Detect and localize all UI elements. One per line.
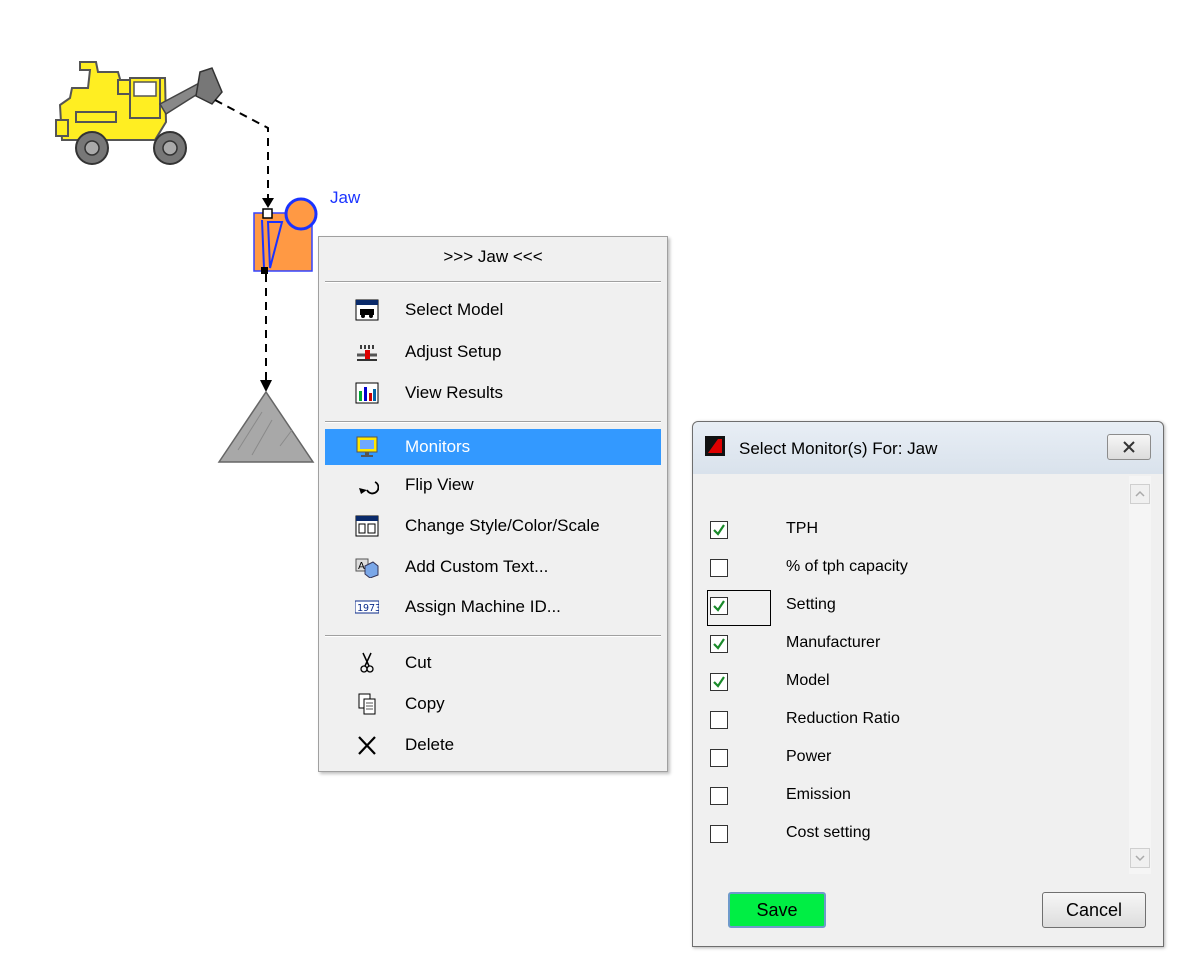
menu-item-select-model[interactable]: Select Model: [325, 292, 661, 328]
style-icon: [355, 515, 379, 537]
menu-item-label: Copy: [405, 694, 445, 713]
adjust-setup-icon: [355, 341, 379, 363]
option-label: Cost setting: [786, 824, 871, 841]
checkbox[interactable]: [710, 559, 728, 577]
menu-separator: [325, 421, 661, 423]
custom-text-icon: A: [355, 556, 379, 579]
bar-chart-icon: [355, 382, 379, 404]
monitor-icon: [355, 436, 379, 458]
feed-connector: [214, 99, 269, 206]
dialog-title: Select Monitor(s) For: Jaw: [739, 439, 938, 458]
checkbox[interactable]: [710, 673, 728, 691]
menu-item-label: Delete: [405, 735, 455, 754]
option-label: Setting: [786, 596, 836, 613]
scroll-down-button[interactable]: [1130, 848, 1150, 868]
checkbox[interactable]: [710, 711, 728, 729]
checkbox[interactable]: [710, 597, 728, 615]
monitor-option-tph[interactable]: TPH: [701, 514, 1121, 552]
monitor-option-emission[interactable]: Emission: [701, 780, 1121, 818]
menu-item-view-results[interactable]: View Results: [325, 375, 661, 411]
menu-item-label: Cut: [405, 653, 432, 672]
option-label: % of tph capacity: [786, 558, 908, 575]
jaw-crusher-icon[interactable]: [253, 197, 318, 274]
option-label: Power: [786, 748, 832, 765]
delete-x-icon: [355, 734, 379, 756]
checkbox[interactable]: [710, 825, 728, 843]
select-monitors-dialog: Select Monitor(s) For: Jaw TPH % of tph …: [692, 421, 1164, 947]
menu-item-monitors[interactable]: Monitors: [325, 429, 661, 465]
menu-item-assign-machine-id[interactable]: 1973 Assign Machine ID...: [325, 589, 661, 625]
monitor-option-cost-setting[interactable]: Cost setting: [701, 818, 1121, 856]
close-button[interactable]: [1107, 434, 1151, 460]
menu-item-label: Select Model: [405, 300, 504, 319]
option-label: TPH: [786, 520, 818, 537]
scroll-up-button[interactable]: [1130, 484, 1150, 504]
monitor-option-capacity[interactable]: % of tph capacity: [701, 552, 1121, 590]
menu-item-flip-view[interactable]: Flip View: [325, 467, 661, 503]
cancel-button[interactable]: Cancel: [1042, 892, 1146, 928]
menu-item-label: Assign Machine ID...: [405, 597, 561, 616]
menu-item-change-style[interactable]: Change Style/Color/Scale: [325, 508, 661, 544]
menu-item-add-custom-text[interactable]: A Add Custom Text...: [325, 549, 661, 585]
option-label: Reduction Ratio: [786, 710, 900, 727]
menu-separator: [325, 635, 661, 637]
machine-id-icon: 1973: [354, 596, 381, 618]
stockpile-icon[interactable]: [217, 390, 315, 463]
dialog-titlebar[interactable]: Select Monitor(s) For: Jaw: [693, 422, 1163, 474]
monitor-list: TPH % of tph capacity Setting Manufactur…: [701, 476, 1151, 874]
menu-item-label: View Results: [405, 383, 503, 402]
flip-arrow-icon: [355, 474, 380, 496]
menu-item-cut[interactable]: Cut: [325, 645, 661, 681]
select-model-icon: [355, 299, 379, 321]
menu-item-label: Monitors: [405, 437, 471, 456]
checkbox[interactable]: [710, 787, 728, 805]
menu-item-label: Flip View: [405, 475, 474, 494]
vertical-scrollbar[interactable]: [1129, 476, 1151, 874]
context-menu-title: >>> Jaw <<<: [443, 247, 543, 266]
monitor-option-setting[interactable]: Setting: [701, 590, 1121, 628]
menu-item-copy[interactable]: Copy: [325, 686, 661, 722]
option-label: Manufacturer: [786, 634, 881, 651]
menu-item-label: Adjust Setup: [405, 342, 502, 361]
scissors-icon: [355, 652, 379, 674]
option-label: Model: [786, 672, 830, 689]
wheel-loader-icon[interactable]: [55, 61, 223, 165]
node-label-jaw[interactable]: Jaw: [330, 188, 360, 208]
monitor-option-model[interactable]: Model: [701, 666, 1121, 704]
option-label: Emission: [786, 786, 851, 803]
checkbox[interactable]: [710, 521, 728, 539]
checkbox[interactable]: [710, 635, 728, 653]
monitor-option-power[interactable]: Power: [701, 742, 1121, 780]
copy-icon: [355, 693, 379, 715]
checkbox[interactable]: [710, 749, 728, 767]
monitor-option-manufacturer[interactable]: Manufacturer: [701, 628, 1121, 666]
menu-item-delete[interactable]: Delete: [325, 727, 661, 763]
context-menu: >>> Jaw <<< Select Model Adjust Setup Vi…: [318, 236, 668, 772]
app-logo-icon: [705, 436, 725, 456]
save-button[interactable]: Save: [728, 892, 826, 928]
close-icon: [1122, 440, 1136, 459]
menu-item-adjust-setup[interactable]: Adjust Setup: [325, 334, 661, 370]
monitor-option-reduction-ratio[interactable]: Reduction Ratio: [701, 704, 1121, 742]
menu-item-label: Add Custom Text...: [405, 557, 549, 576]
svg-text:A: A: [358, 561, 365, 572]
svg-text:1973: 1973: [357, 603, 379, 614]
menu-separator: [325, 281, 661, 283]
menu-item-label: Change Style/Color/Scale: [405, 516, 600, 535]
